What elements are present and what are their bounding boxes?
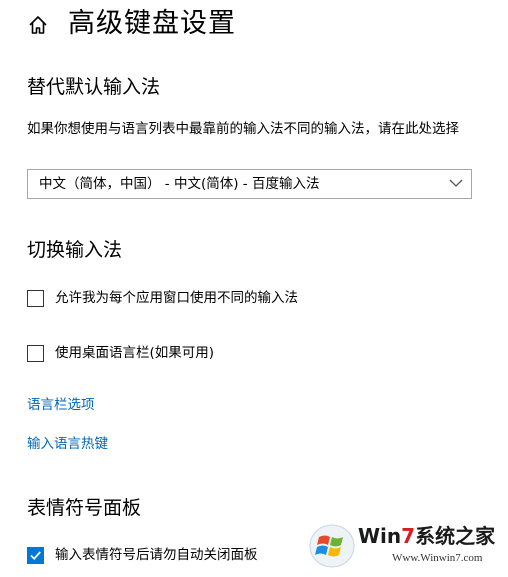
windows-logo-icon bbox=[309, 524, 355, 568]
watermark-title: Win7系统之家 bbox=[358, 523, 495, 549]
chevron-down-icon bbox=[449, 179, 463, 187]
emoji-panel-checkbox[interactable] bbox=[27, 546, 44, 564]
page-title: 高级键盘设置 bbox=[68, 8, 236, 39]
section-title-override-input-method: 替代默认输入法 bbox=[27, 76, 161, 98]
watermark-title-suffix: 系统之家 bbox=[415, 524, 496, 548]
checkbox-row-emoji-panel[interactable]: 输入表情符号后请勿自动关闭面板 bbox=[27, 544, 258, 566]
per-app-input-method-checkbox[interactable] bbox=[27, 289, 44, 307]
per-app-input-method-label: 允许我为每个应用窗口使用不同的输入法 bbox=[55, 290, 298, 306]
desktop-language-bar-label: 使用桌面语言栏(如果可用) bbox=[55, 345, 215, 361]
checkbox-row-per-app-input-method[interactable]: 允许我为每个应用窗口使用不同的输入法 bbox=[27, 287, 298, 309]
input-method-dropdown[interactable]: 中文（简体，中国） - 中文(简体) - 百度输入法 bbox=[27, 169, 472, 199]
home-icon[interactable] bbox=[27, 14, 49, 36]
desktop-language-bar-checkbox[interactable] bbox=[27, 344, 44, 362]
watermark: Win7系统之家 Www.Winwin7.com bbox=[308, 521, 503, 571]
watermark-title-number: 7 bbox=[401, 524, 416, 548]
input-method-selected-value: 中文（简体，中国） - 中文(简体) - 百度输入法 bbox=[39, 176, 320, 192]
emoji-panel-label: 输入表情符号后请勿自动关闭面板 bbox=[55, 547, 258, 563]
watermark-title-prefix: Win bbox=[358, 524, 402, 548]
watermark-url: Www.Winwin7.com bbox=[392, 552, 483, 564]
section-title-switch-input-method: 切换输入法 bbox=[27, 239, 123, 261]
section-title-emoji-panel: 表情符号面板 bbox=[27, 497, 142, 519]
checkbox-row-desktop-language-bar[interactable]: 使用桌面语言栏(如果可用) bbox=[27, 342, 214, 364]
input-language-hotkeys-link[interactable]: 输入语言热键 bbox=[27, 435, 108, 453]
advanced-keyboard-settings-page: 高级键盘设置 替代默认输入法 如果你想使用与语言列表中最靠前的输入法不同的输入法… bbox=[0, 0, 508, 577]
override-description: 如果你想使用与语言列表中最靠前的输入法不同的输入法，请在此处选择 bbox=[27, 121, 459, 137]
language-bar-options-link[interactable]: 语言栏选项 bbox=[27, 396, 95, 414]
checkmark-icon bbox=[30, 550, 41, 560]
